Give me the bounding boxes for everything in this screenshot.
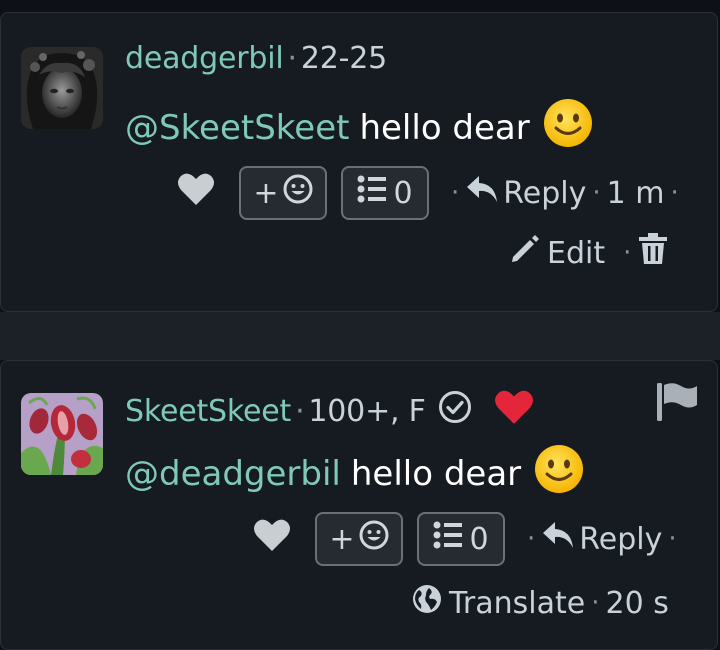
- heart-filled-icon[interactable]: [494, 389, 534, 433]
- globe-icon: [411, 583, 443, 623]
- translate-button[interactable]: Translate: [411, 583, 585, 623]
- translate-label: Translate: [449, 585, 586, 621]
- comment-message: @SkeetSkeet hello dear: [125, 97, 594, 158]
- reply-label: Reply: [503, 175, 587, 211]
- slightly-smiling-emoji: [542, 97, 594, 158]
- heart-icon[interactable]: [253, 518, 291, 560]
- username[interactable]: SkeetSkeet: [125, 394, 291, 429]
- separator-dot: ·: [287, 41, 297, 76]
- check-circle-icon: [438, 390, 472, 432]
- comment-time: 20 s: [605, 585, 669, 621]
- comment-separator: [0, 312, 720, 360]
- mention-link[interactable]: @deadgerbil: [125, 454, 341, 494]
- reply-arrow-icon: [541, 520, 575, 558]
- message-text: hello dear: [359, 107, 530, 148]
- add-reaction-button[interactable]: +: [315, 512, 403, 566]
- message-text: hello dear: [350, 453, 522, 494]
- user-meta: 100+, F: [308, 393, 426, 429]
- list-icon: [357, 174, 387, 212]
- mention-link[interactable]: @SkeetSkeet: [125, 108, 349, 148]
- add-reaction-button[interactable]: +: [239, 166, 327, 220]
- reply-button[interactable]: Reply: [465, 174, 586, 212]
- threads-count: 0: [393, 175, 413, 211]
- separator-dot: ·: [295, 393, 305, 429]
- add-reaction-label: +: [329, 521, 355, 557]
- reply-label: Reply: [579, 521, 663, 557]
- username[interactable]: deadgerbil: [125, 41, 284, 76]
- comment-card: deadgerbil · 22-25 @SkeetSkeet hello dea…: [0, 12, 718, 312]
- comment-message: @deadgerbil hello dear: [125, 443, 585, 504]
- reply-button[interactable]: Reply: [541, 520, 662, 558]
- pencil-icon: [509, 233, 541, 273]
- avatar[interactable]: [21, 47, 103, 129]
- smiley-icon: [359, 520, 389, 558]
- avatar[interactable]: [21, 393, 103, 475]
- comment-time: 1 m: [606, 175, 665, 211]
- add-reaction-label: +: [253, 175, 279, 211]
- heart-icon[interactable]: [177, 172, 215, 214]
- slightly-smiling-emoji: [533, 443, 585, 504]
- comment-card: SkeetSkeet · 100+, F @deadgerbil hello d…: [0, 360, 718, 650]
- user-meta: 22-25: [300, 41, 388, 76]
- smiley-icon: [283, 174, 313, 212]
- threads-count: 0: [469, 521, 489, 557]
- threads-button[interactable]: 0: [417, 512, 505, 566]
- trash-icon[interactable]: [639, 233, 668, 273]
- reply-arrow-icon: [465, 174, 499, 212]
- flag-icon[interactable]: [655, 381, 699, 425]
- edit-label: Edit: [547, 235, 606, 271]
- edit-button[interactable]: Edit: [509, 233, 605, 273]
- threads-button[interactable]: 0: [341, 166, 429, 220]
- list-icon: [433, 520, 463, 558]
